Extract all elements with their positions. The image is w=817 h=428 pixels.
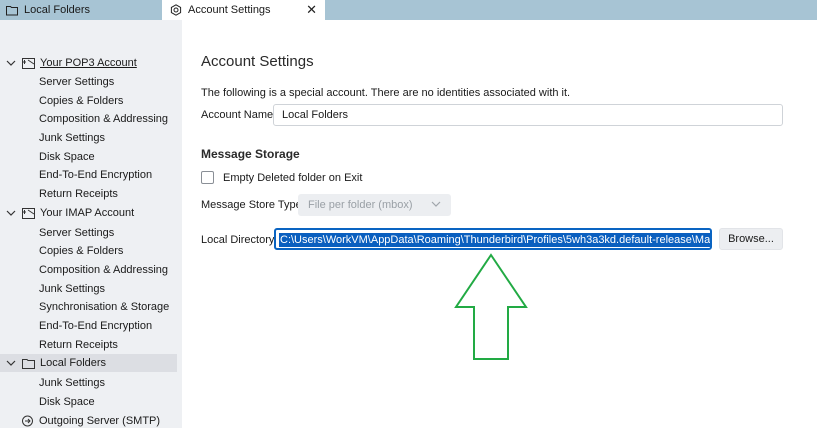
sidebar-item-synchronisation[interactable]: Synchronisation & Storage <box>39 298 169 316</box>
sidebar-item-copies-folders[interactable]: Copies & Folders <box>39 92 123 110</box>
mail-account-icon <box>22 207 35 219</box>
gear-icon <box>170 4 182 16</box>
tab-account-settings[interactable]: Account Settings ✕ <box>162 0 325 20</box>
sidebar-item-junk-settings[interactable]: Junk Settings <box>39 280 105 298</box>
sidebar-item-label: Copies & Folders <box>39 245 124 257</box>
sidebar-item-return-receipts[interactable]: Return Receipts <box>39 185 118 203</box>
tab-label: Account Settings <box>188 4 271 16</box>
sidebar-item-e2e-encryption[interactable]: End-To-End Encryption <box>39 166 152 184</box>
empty-deleted-label[interactable]: Empty Deleted folder on Exit <box>223 172 362 184</box>
sidebar-item-label: Junk Settings <box>39 283 106 295</box>
account-name-label: Account Name: <box>201 109 277 121</box>
page-title: Account Settings <box>201 53 314 70</box>
account-tree-sidebar: Your POP3 Account Server Settings Copies… <box>0 20 182 428</box>
sidebar-account-label: Your IMAP Account <box>40 207 135 219</box>
chevron-down-icon[interactable] <box>6 208 16 218</box>
outgoing-server-icon <box>21 415 34 427</box>
message-store-type-select[interactable]: File per folder (mbox) <box>298 194 451 216</box>
sidebar-item-label: Disk Space <box>39 151 95 163</box>
local-directory-field[interactable]: C:\Users\WorkVM\AppData\Roaming\Thunderb… <box>274 228 712 250</box>
account-name-value: Local Folders <box>282 109 349 121</box>
sidebar-account-label: Your POP3 Account <box>40 57 137 69</box>
sidebar-item-disk-space[interactable]: Disk Space <box>39 393 95 411</box>
sidebar-item-e2e-encryption[interactable]: End-To-End Encryption <box>39 317 152 335</box>
sidebar-account-local-folders[interactable]: Local Folders <box>0 354 177 372</box>
tab-local-folders[interactable]: Local Folders <box>0 0 160 20</box>
sidebar-item-server-settings[interactable]: Server Settings <box>39 73 114 91</box>
folder-icon <box>22 357 35 369</box>
sidebar-account-pop3[interactable]: Your POP3 Account <box>6 54 137 72</box>
sidebar-item-label: Synchronisation & Storage <box>39 301 170 313</box>
tab-bar: Local Folders Account Settings ✕ <box>0 0 817 20</box>
account-name-field[interactable]: Local Folders <box>273 104 783 126</box>
sidebar-item-label: Server Settings <box>39 76 115 88</box>
sidebar-item-label: Server Settings <box>39 227 115 239</box>
sidebar-item-composition[interactable]: Composition & Addressing <box>39 261 168 279</box>
message-store-type-value: File per folder (mbox) <box>308 199 413 211</box>
sidebar-item-junk-settings[interactable]: Junk Settings <box>39 129 105 147</box>
sidebar-account-imap[interactable]: Your IMAP Account <box>6 204 134 222</box>
local-directory-value: C:\Users\WorkVM\AppData\Roaming\Thunderb… <box>279 233 710 247</box>
chevron-down-icon <box>431 199 441 211</box>
message-store-type-label: Message Store Type: <box>201 199 305 211</box>
sidebar-item-label: Composition & Addressing <box>39 264 169 276</box>
sidebar-item-copies-folders[interactable]: Copies & Folders <box>39 242 123 260</box>
special-account-note: The following is a special account. Ther… <box>201 87 571 99</box>
chevron-down-icon[interactable] <box>6 58 16 68</box>
sidebar-item-label: Junk Settings <box>39 132 106 144</box>
sidebar-item-label: Return Receipts <box>39 339 118 351</box>
sidebar-item-label: Copies & Folders <box>39 95 124 107</box>
local-directory-label: Local Directory: <box>201 234 278 246</box>
sidebar-item-label: Composition & Addressing <box>39 113 169 125</box>
sidebar-item-label: Junk Settings <box>39 377 106 389</box>
chevron-down-icon[interactable] <box>6 358 16 368</box>
sidebar-item-server-settings[interactable]: Server Settings <box>39 224 114 242</box>
sidebar-account-label: Local Folders <box>40 357 107 369</box>
close-icon[interactable]: ✕ <box>306 3 317 16</box>
browse-button[interactable]: Browse... <box>719 228 783 250</box>
sidebar-item-label: End-To-End Encryption <box>39 169 153 181</box>
sidebar-item-label: Return Receipts <box>39 188 118 200</box>
tab-label: Local Folders <box>24 4 91 16</box>
sidebar-item-label: Disk Space <box>39 396 95 408</box>
folder-icon <box>6 4 18 16</box>
sidebar-item-label: Outgoing Server (SMTP) <box>39 415 161 427</box>
mail-account-icon <box>22 57 35 69</box>
empty-deleted-checkbox[interactable] <box>201 171 214 184</box>
sidebar-item-label: End-To-End Encryption <box>39 320 153 332</box>
sidebar-item-outgoing-server[interactable]: Outgoing Server (SMTP) <box>21 412 160 428</box>
sidebar-item-disk-space[interactable]: Disk Space <box>39 148 95 166</box>
message-storage-heading: Message Storage <box>201 147 300 161</box>
sidebar-item-junk-settings[interactable]: Junk Settings <box>39 374 105 392</box>
sidebar-item-return-receipts[interactable]: Return Receipts <box>39 336 118 354</box>
annotation-up-arrow <box>454 253 528 360</box>
account-settings-panel: Account Settings The following is a spec… <box>182 20 817 428</box>
sidebar-item-composition[interactable]: Composition & Addressing <box>39 110 168 128</box>
